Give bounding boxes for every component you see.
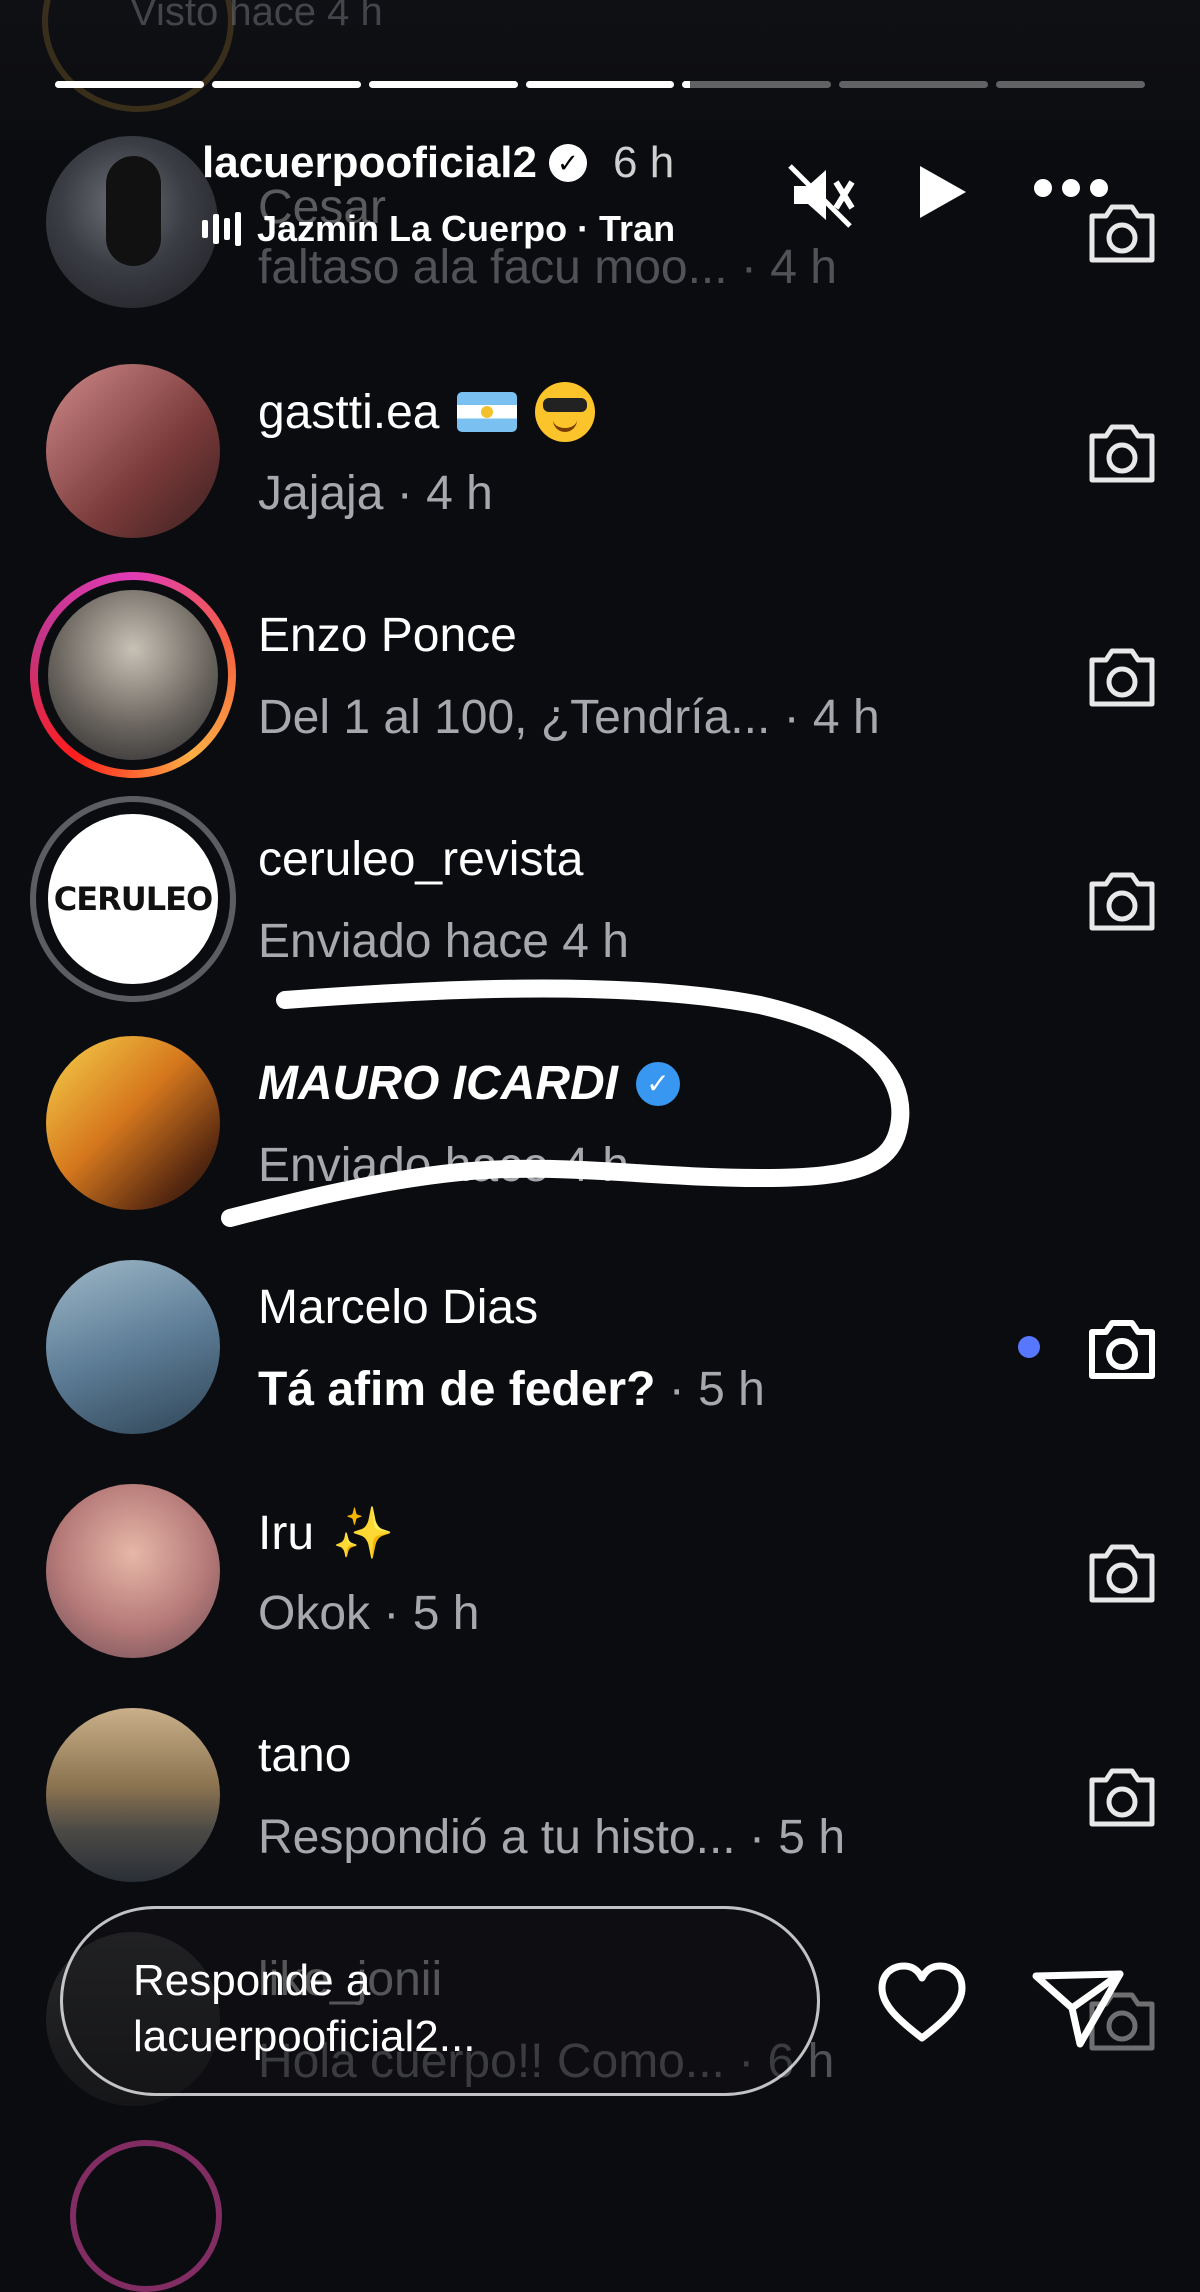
list-item-marcelo[interactable]: Marcelo Dias Tá afim de feder? · 5 h bbox=[0, 1256, 1200, 1476]
viewer-name: Iru bbox=[258, 1507, 315, 1560]
avatar: CERULEO bbox=[48, 814, 218, 984]
camera-icon[interactable] bbox=[1084, 1538, 1160, 1608]
viewer-preview: Respondió a tu histo... · 5 h bbox=[258, 1811, 846, 1864]
avatar bbox=[48, 590, 218, 760]
viewer-name: ceruleo_revista bbox=[258, 833, 584, 886]
story-username[interactable]: lacuerpooficial2 bbox=[202, 138, 537, 188]
list-item-enzo[interactable]: Enzo Ponce Del 1 al 100, ¿Tendría... · 4… bbox=[0, 572, 1200, 804]
viewer-preview: Okok · 5 h bbox=[258, 1587, 480, 1640]
progress-segment bbox=[996, 81, 1146, 88]
progress-segment bbox=[368, 81, 518, 88]
avatar bbox=[46, 1260, 220, 1434]
camera-icon[interactable] bbox=[1084, 418, 1160, 488]
viewer-name: Enzo Ponce bbox=[258, 609, 517, 662]
story-header: lacuerpooficial2 ✓ 6 h Jazmin La Cuerpo … bbox=[46, 130, 1166, 308]
story-username-row: lacuerpooficial2 ✓ 6 h bbox=[202, 138, 674, 188]
camera-icon[interactable] bbox=[1084, 866, 1160, 936]
verified-badge-icon: ✓ bbox=[549, 144, 588, 182]
story-progress-bar bbox=[55, 81, 1146, 88]
story-time: 6 h bbox=[613, 138, 675, 187]
ceruleo-logo: CERULEO bbox=[53, 880, 213, 918]
viewer-name: Marcelo Dias bbox=[258, 1281, 539, 1334]
heart-icon[interactable] bbox=[876, 1958, 968, 2050]
progress-segment bbox=[55, 81, 204, 88]
send-icon[interactable] bbox=[1028, 1956, 1128, 2056]
viewer-name-row: Iru ✨ bbox=[258, 1504, 394, 1563]
viewer-preview: Del 1 al 100, ¿Tendría... · 4 h bbox=[258, 691, 880, 744]
play-icon[interactable] bbox=[908, 160, 972, 224]
mute-icon[interactable] bbox=[786, 160, 856, 230]
preview-message: Tá afim de feder? bbox=[258, 1363, 656, 1416]
list-item-iru[interactable]: Iru ✨ Okok · 5 h bbox=[0, 1480, 1200, 1700]
viewer-name: tano bbox=[258, 1729, 352, 1782]
list-item-icardi[interactable]: MAURO ICARDI ✓ Enviado hace 4 h bbox=[0, 1032, 1200, 1252]
story-audio-row[interactable]: Jazmin La Cuerpo · Tran bbox=[202, 208, 675, 250]
viewer-name: MAURO ICARDI bbox=[258, 1057, 618, 1110]
camera-icon[interactable] bbox=[1084, 1762, 1160, 1832]
argentina-flag-icon bbox=[457, 392, 518, 432]
list-item-gastti[interactable]: gastti.ea Jajaja · 4 h bbox=[0, 360, 1200, 580]
viewer-preview: Enviado hace 4 h bbox=[258, 1139, 629, 1192]
viewer-name-row: MAURO ICARDI ✓ bbox=[258, 1056, 680, 1111]
avatar bbox=[46, 1484, 220, 1658]
reply-placeholder: Responde a lacuerpooficial2... bbox=[133, 1956, 476, 2061]
audio-bars-icon bbox=[202, 212, 241, 246]
viewer-preview: Enviado hace 4 h bbox=[258, 915, 629, 968]
preview-time: · 5 h bbox=[655, 1363, 765, 1416]
progress-segment bbox=[525, 81, 675, 88]
avatar bbox=[46, 1036, 220, 1210]
ghost-seen-text: Visto hace 4 h bbox=[130, 0, 383, 30]
progress-segment bbox=[211, 81, 361, 88]
verified-badge-icon: ✓ bbox=[635, 1061, 680, 1106]
progress-segment-current bbox=[682, 81, 832, 88]
progress-segment bbox=[839, 81, 989, 88]
sunglasses-emoji-icon bbox=[535, 382, 596, 442]
more-icon[interactable] bbox=[1031, 176, 1111, 200]
avatar bbox=[46, 364, 220, 538]
viewer-preview-unread: Tá afim de feder? · 5 h bbox=[258, 1362, 765, 1417]
reply-input[interactable]: Responde a lacuerpooficial2... bbox=[60, 1906, 820, 2096]
viewer-name: gastti.ea bbox=[258, 385, 440, 439]
story-audio-label: Jazmin La Cuerpo · Tran bbox=[257, 208, 676, 249]
viewer-preview: Jajaja · 4 h bbox=[258, 467, 493, 520]
story-avatar[interactable] bbox=[46, 136, 218, 308]
camera-icon[interactable] bbox=[1084, 1314, 1160, 1384]
avatar bbox=[46, 1708, 220, 1882]
list-item-ceruleo[interactable]: CERULEO ceruleo_revista Enviado hace 4 h bbox=[0, 796, 1200, 1028]
camera-icon[interactable] bbox=[1084, 642, 1160, 712]
reply-bar: Responde a lacuerpooficial2... bbox=[0, 1880, 1200, 2167]
sparkles-emoji-icon: ✨ bbox=[332, 1505, 395, 1561]
viewer-name-row: gastti.ea bbox=[258, 382, 596, 442]
unread-dot bbox=[1018, 1336, 1040, 1358]
